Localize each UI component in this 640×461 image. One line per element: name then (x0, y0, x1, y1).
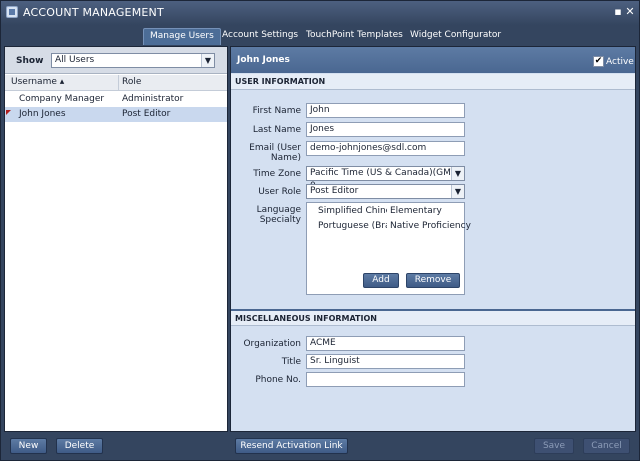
edit-marker-icon (6, 110, 11, 115)
add-language-button[interactable]: Add (363, 273, 399, 288)
user-role-value: Post Editor (310, 186, 359, 196)
first-name-field[interactable]: John (306, 103, 465, 118)
tab-bar: Manage Users Account Settings TouchPoint… (1, 25, 639, 45)
miscellaneous-information-heading: MISCELLANEOUS INFORMATION (231, 309, 635, 326)
language-label-line2: Specialty (259, 215, 301, 225)
tab-account-settings[interactable]: Account Settings (216, 28, 304, 45)
active-checkbox[interactable]: ✔ (593, 56, 604, 67)
cancel-button[interactable]: Cancel (583, 438, 630, 454)
detail-header: John Jones ✔ Active (231, 47, 635, 73)
first-name-label: First Name (252, 106, 301, 116)
column-role[interactable]: Role (122, 77, 141, 87)
organization-label: Organization (243, 339, 301, 349)
chevron-down-icon[interactable]: ▼ (201, 54, 214, 67)
tab-manage-users[interactable]: Manage Users (143, 28, 221, 45)
show-label: Show (16, 56, 44, 66)
save-button[interactable]: Save (534, 438, 574, 454)
language-specialty-list: Simplified Chinese Elementary Portuguese… (306, 202, 471, 295)
email-label: Email (User (249, 143, 301, 153)
organization-field[interactable]: ACME (306, 336, 465, 351)
active-label: Active (606, 57, 634, 67)
window-title: ACCOUNT MANAGEMENT (23, 6, 164, 19)
last-name-label: Last Name (252, 125, 301, 135)
tab-touchpoint-templates[interactable]: TouchPoint Templates (300, 28, 409, 45)
app-icon (6, 6, 18, 18)
close-icon[interactable]: ✕ (623, 5, 637, 19)
chevron-down-icon[interactable]: ▼ (451, 167, 464, 180)
language-name: Portuguese (Brazil) (318, 221, 387, 231)
title-label: Title (281, 357, 301, 367)
row-role: Post Editor (122, 109, 171, 119)
list-item[interactable]: Portuguese (Brazil) Native Proficiency (307, 220, 471, 234)
language-level: Native Proficiency (390, 221, 471, 231)
row-username: Company Manager (19, 94, 105, 104)
new-user-button[interactable]: New (10, 438, 47, 454)
delete-user-button[interactable]: Delete (56, 438, 103, 454)
user-grid-header: Username ▴ Role (5, 75, 227, 91)
show-filter-value: All Users (55, 55, 95, 65)
table-row[interactable]: Company Manager Administrator (5, 92, 227, 107)
language-level: Elementary (390, 206, 442, 216)
row-role: Administrator (122, 94, 184, 104)
user-role-select[interactable]: Post Editor ▼ (306, 184, 465, 199)
chevron-down-icon[interactable]: ▼ (451, 185, 464, 198)
title-bar: ACCOUNT MANAGEMENT ▪ ✕ (1, 1, 639, 25)
user-list-panel: Show All Users ▼ Username ▴ Role Company… (4, 46, 228, 432)
phone-field[interactable] (306, 372, 465, 387)
timezone-select[interactable]: Pacific Time (US & Canada)(GMT-0 ▼ (306, 166, 465, 191)
account-management-window: ACCOUNT MANAGEMENT ▪ ✕ Manage Users Acco… (0, 0, 640, 461)
user-detail-panel: John Jones ✔ Active USER INFORMATION Fir… (230, 46, 636, 432)
timezone-label: Time Zone (253, 169, 301, 179)
title-field[interactable]: Sr. Linguist (306, 354, 465, 369)
table-row-selected[interactable]: John Jones Post Editor (5, 107, 227, 122)
user-information-heading: USER INFORMATION (231, 74, 635, 90)
email-label-line2: Name) (270, 153, 301, 163)
user-role-label: User Role (258, 187, 301, 197)
tab-widget-configurator[interactable]: Widget Configurator (404, 28, 507, 45)
selected-user-name: John Jones (237, 55, 290, 65)
language-label: Language (256, 205, 301, 215)
resend-activation-button[interactable]: Resend Activation Link (235, 438, 348, 454)
list-item[interactable]: Simplified Chinese Elementary (307, 205, 464, 219)
row-username: John Jones (19, 109, 66, 119)
language-name: Simplified Chinese (318, 206, 387, 216)
column-divider (118, 75, 119, 91)
remove-language-button[interactable]: Remove (406, 273, 460, 288)
email-field[interactable]: demo-johnjones@sdl.com (306, 141, 465, 156)
bottom-toolbar: New Delete Resend Activation Link Save C… (1, 433, 639, 460)
column-username[interactable]: Username ▴ (11, 77, 64, 87)
filter-bar: Show All Users ▼ (5, 47, 227, 74)
show-filter-select[interactable]: All Users ▼ (51, 53, 215, 68)
phone-label: Phone No. (255, 375, 301, 385)
last-name-field[interactable]: Jones (306, 122, 465, 137)
